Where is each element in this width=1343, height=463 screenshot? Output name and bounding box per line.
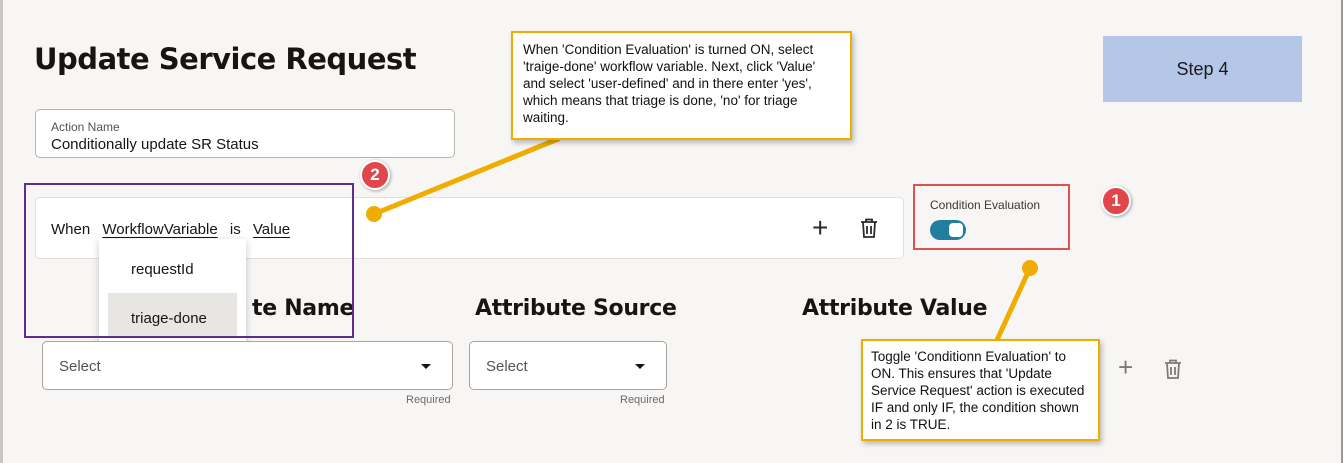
- action-name-label: Action Name: [51, 120, 120, 134]
- callout-top: When 'Condition Evaluation' is turned ON…: [511, 31, 852, 140]
- attribute-source-select[interactable]: Select: [469, 341, 667, 390]
- attribute-value-header: Attribute Value: [802, 296, 988, 321]
- step-badge-1: 1: [1101, 186, 1131, 216]
- step-label-box: Step 4: [1103, 36, 1302, 102]
- plus-icon: +: [1118, 352, 1134, 382]
- select-placeholder: Select: [486, 358, 528, 375]
- select-placeholder: Select: [59, 358, 101, 375]
- action-name-value[interactable]: Conditionally update SR Status: [51, 136, 259, 153]
- add-condition-button[interactable]: +: [812, 214, 828, 242]
- page-title: Update Service Request: [34, 42, 417, 76]
- attribute-name-select[interactable]: Select: [42, 341, 453, 390]
- trash-icon: [1165, 359, 1181, 379]
- caret-down-icon: [635, 364, 645, 369]
- step-label: Step 4: [1176, 58, 1229, 79]
- highlight-box-condition: [24, 183, 354, 338]
- callout-bottom: Toggle 'Conditionn Evaluation' to ON. Th…: [861, 339, 1100, 441]
- left-edge: [0, 0, 3, 463]
- connector-dot-bottom: [1022, 260, 1038, 276]
- condition-evaluation-box: Condition Evaluation: [913, 184, 1070, 250]
- action-name-field[interactable]: Action Name Conditionally update SR Stat…: [35, 109, 455, 158]
- condition-evaluation-toggle[interactable]: [930, 220, 966, 240]
- trash-icon: [861, 218, 877, 238]
- condition-evaluation-label: Condition Evaluation: [930, 198, 1041, 212]
- add-attribute-button[interactable]: +: [1118, 354, 1133, 380]
- step-badge-2: 2: [360, 160, 390, 190]
- delete-condition-button[interactable]: [859, 217, 879, 239]
- caret-down-icon: [421, 364, 431, 369]
- required-hint: Required: [406, 394, 451, 406]
- delete-attribute-button[interactable]: [1163, 358, 1183, 380]
- toggle-knob: [949, 223, 963, 237]
- callout-connector-bottom: [994, 265, 1033, 343]
- required-hint: Required: [620, 394, 665, 406]
- plus-icon: +: [812, 212, 829, 243]
- attribute-source-header: Attribute Source: [475, 296, 677, 321]
